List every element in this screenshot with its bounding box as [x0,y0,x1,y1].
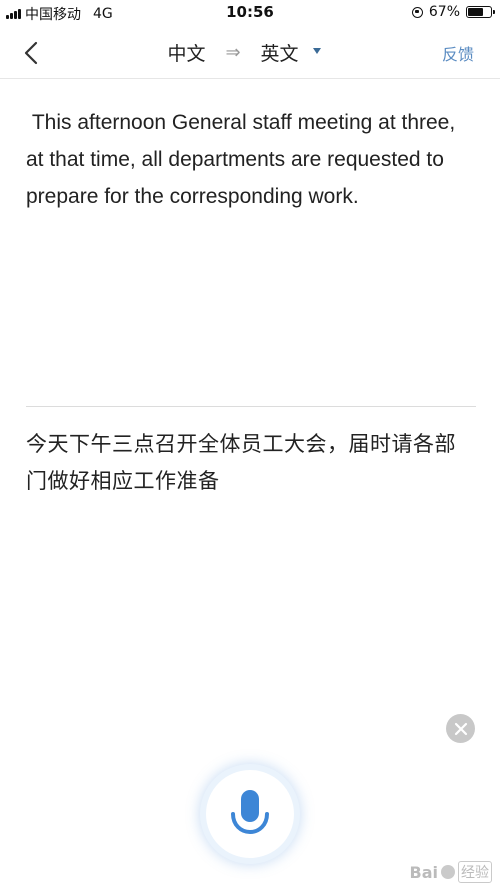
feedback-button[interactable]: 反馈 [442,41,474,65]
watermark-brand: Bai [409,862,438,882]
watermark-suffix: 经验 [458,861,492,883]
direction-arrow: ⇒ [225,41,241,63]
close-icon [454,722,467,735]
clear-button[interactable] [446,714,475,743]
battery-percent: 67% [428,4,460,20]
microphone-icon [231,790,269,835]
divider [26,406,476,407]
mic-button[interactable] [206,770,294,858]
watermark: Bai 经验 [410,861,492,883]
battery-icon [466,6,495,18]
source-text: 今天下午三点召开全体员工大会，届时请各部门做好相应工作准备 [26,432,456,493]
rotation-lock-icon [411,6,423,18]
target-language[interactable]: 英文 [261,39,299,66]
caret-down-icon[interactable] [312,47,321,54]
language-switch: 中文 ⇒ 英文 [0,26,500,78]
status-right: 67% [411,4,495,20]
status-bar: 中国移动 4G 10:56 67% [0,0,500,26]
source-language[interactable]: 中文 [167,39,205,66]
translation-result: This afternoon General staff meeting at … [26,111,462,208]
paw-icon [441,865,455,879]
battery-fill [468,8,483,16]
nav-bar: 中文 ⇒ 英文 反馈 [0,26,500,79]
translator-screen: 中国移动 4G 10:56 67% 中文 ⇒ 英文 反馈 This aftern… [0,0,500,889]
